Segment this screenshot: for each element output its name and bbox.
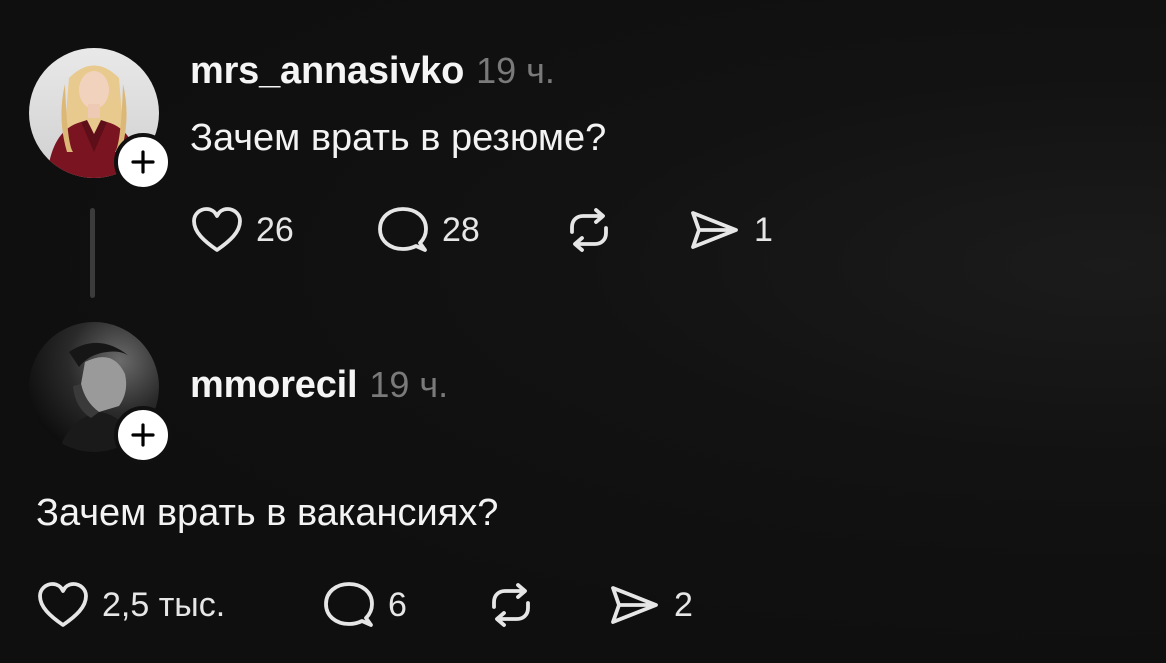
post-text: Зачем врать в вакансиях? bbox=[36, 492, 499, 534]
post-header: mrs_annasivko 19 ч. bbox=[190, 50, 555, 93]
post-actions: 26 28 1 bbox=[190, 202, 790, 258]
like-button[interactable]: 2,5 тыс. bbox=[36, 577, 225, 633]
post-header: mmorecil 19 ч. bbox=[190, 364, 448, 407]
reply-count: 28 bbox=[442, 210, 480, 249]
like-count: 2,5 тыс. bbox=[102, 585, 226, 624]
plus-icon bbox=[131, 423, 155, 447]
username[interactable]: mmorecil bbox=[190, 364, 358, 407]
heart-icon bbox=[38, 582, 88, 627]
heart-icon bbox=[192, 207, 242, 252]
repost-icon bbox=[492, 583, 530, 627]
post-text: Зачем врать в резюме? bbox=[190, 117, 607, 159]
share-button[interactable]: 2 bbox=[608, 577, 693, 633]
paper-plane-icon bbox=[611, 586, 658, 624]
thread-line bbox=[90, 208, 95, 298]
timestamp: 19 ч. bbox=[476, 50, 555, 91]
repost-button[interactable] bbox=[562, 202, 616, 258]
like-count: 26 bbox=[256, 210, 294, 249]
follow-button[interactable] bbox=[114, 406, 172, 464]
share-count: 2 bbox=[674, 585, 693, 624]
repost-button[interactable] bbox=[484, 577, 538, 633]
timestamp: 19 ч. bbox=[369, 364, 449, 405]
speech-bubble-icon bbox=[378, 207, 428, 252]
threads-screen: mrs_annasivko 19 ч. Зачем врать в резюме… bbox=[0, 0, 1166, 663]
reply-count: 6 bbox=[388, 585, 407, 624]
username[interactable]: mrs_annasivko bbox=[190, 50, 464, 93]
follow-button[interactable] bbox=[114, 133, 172, 191]
speech-bubble-icon bbox=[324, 582, 374, 627]
share-count: 1 bbox=[754, 210, 773, 249]
repost-icon bbox=[570, 208, 608, 252]
paper-plane-icon bbox=[691, 211, 738, 249]
plus-icon bbox=[131, 150, 155, 174]
share-button[interactable]: 1 bbox=[688, 202, 773, 258]
reply-button[interactable]: 6 bbox=[322, 577, 407, 633]
post-actions: 2,5 тыс. 6 2 bbox=[36, 577, 736, 633]
like-button[interactable]: 26 bbox=[190, 202, 294, 258]
reply-button[interactable]: 28 bbox=[376, 202, 480, 258]
